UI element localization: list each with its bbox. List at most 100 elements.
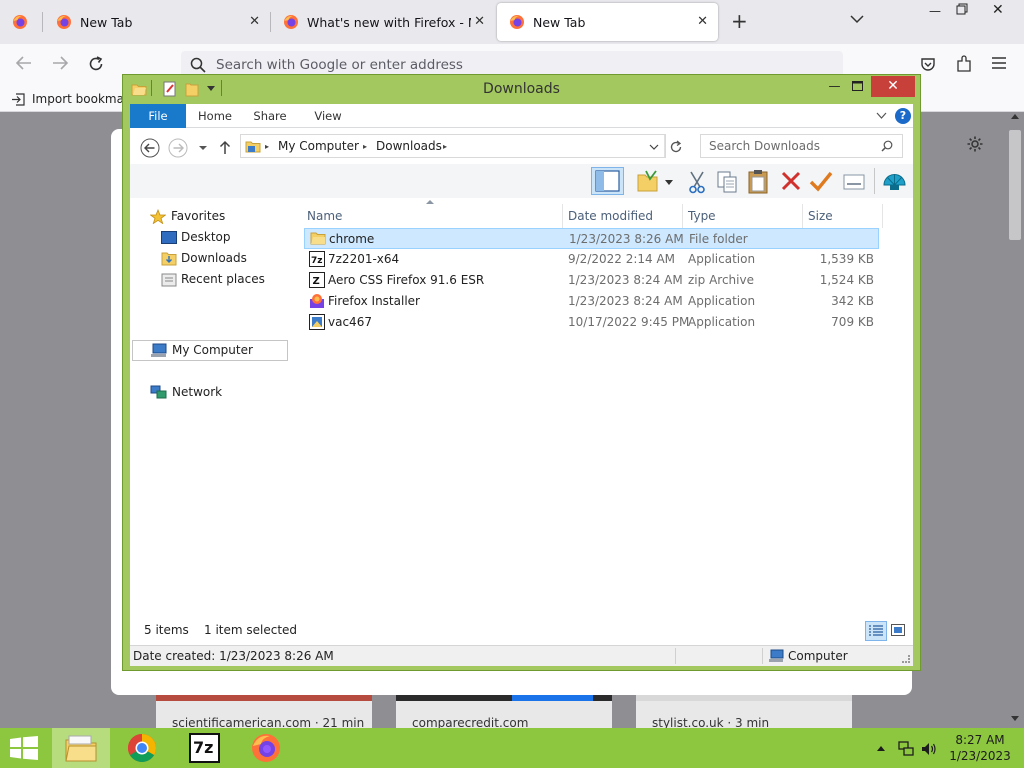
back-arrow-icon[interactable] [15, 55, 33, 71]
nav-downloads[interactable]: Downloads [161, 248, 247, 268]
breadcrumb-downloads[interactable]: Downloads [376, 139, 442, 153]
taskbar-chrome[interactable] [113, 728, 171, 768]
properties-folder-icon[interactable] [636, 169, 660, 193]
file-row-chrome[interactable]: chrome 1/23/2023 8:26 AM File folder [304, 228, 879, 249]
nav-favorites[interactable]: Favorites [150, 206, 225, 226]
shortcut-tile[interactable]: stylist.co.uk · 3 min [636, 695, 852, 730]
new-tab-plus-icon[interactable]: + [731, 11, 748, 31]
taskbar-7zip[interactable]: 7z [176, 728, 234, 768]
breadcrumb-my-computer[interactable]: My Computer [278, 139, 359, 153]
refresh-icon[interactable] [669, 140, 683, 154]
gear-icon[interactable] [966, 135, 984, 153]
tab-whats-new[interactable]: What's new with Firefox - More ✕ [271, 3, 495, 41]
rename-checkmark-icon[interactable] [809, 170, 833, 192]
close-tab-icon[interactable]: ✕ [697, 15, 708, 29]
minimize-browser-icon[interactable]: — [929, 4, 941, 18]
taskbar-firefox[interactable] [238, 728, 296, 768]
firefox-icon [56, 14, 72, 30]
file-size: 1,539 KB [819, 252, 874, 266]
ribbon-expand-chevron-icon[interactable] [876, 112, 887, 119]
volume-icon[interactable] [921, 741, 937, 757]
shortcut-tile[interactable]: comparecredit.com [396, 695, 612, 730]
column-divider[interactable] [802, 204, 803, 228]
shortcut-tile[interactable]: scientificamerican.com · 21 min [156, 695, 372, 730]
column-header-type[interactable]: Type [688, 204, 716, 228]
taskbar-clock[interactable]: 8:27 AM 1/23/2023 [944, 732, 1016, 764]
column-header-date-modified[interactable]: Date modified [568, 204, 653, 228]
up-arrow-icon[interactable] [219, 140, 231, 155]
breadcrumb-chevron-icon[interactable]: ▸ [443, 142, 447, 151]
reload-icon[interactable] [87, 55, 105, 73]
downloads-folder-icon [161, 250, 177, 266]
computer-icon [150, 343, 167, 358]
pinned-tab[interactable] [0, 3, 42, 41]
nav-my-computer[interactable]: My Computer [132, 340, 288, 361]
forward-arrow-icon[interactable] [51, 55, 69, 71]
extensions-icon[interactable] [956, 55, 972, 73]
import-bookmarks-item[interactable]: Import bookmarks... [11, 92, 124, 106]
scroll-down-arrow-icon[interactable] [1011, 716, 1019, 721]
copy-icon[interactable] [716, 170, 738, 194]
app-menu-hamburger-icon[interactable] [992, 57, 1006, 69]
nav-my-computer-label: My Computer [172, 343, 253, 357]
cut-icon[interactable] [687, 170, 707, 194]
paste-icon[interactable] [747, 169, 769, 194]
ribbon-tab-view[interactable]: View [305, 104, 351, 128]
close-tab-icon[interactable]: ✕ [249, 15, 260, 29]
page-scrollbar[interactable] [1008, 112, 1024, 728]
address-bar[interactable]: ▸ My Computer ▸ Downloads ▸ [240, 134, 666, 158]
close-window-icon[interactable]: ✕ [871, 76, 915, 97]
start-button-windows-icon[interactable] [10, 736, 38, 760]
firefox-installer-icon [309, 293, 325, 309]
file-row-aero-css[interactable]: Z Aero CSS Firefox 91.6 ESR 1/23/2023 8:… [304, 270, 879, 291]
taskbar-file-explorer[interactable] [52, 728, 110, 768]
forward-arrow-icon[interactable] [168, 138, 188, 158]
show-hidden-icons-icon[interactable] [877, 746, 885, 751]
column-header-size[interactable]: Size [808, 204, 833, 228]
file-row-firefox-installer[interactable]: Firefox Installer 1/23/2023 8:24 AM Appl… [304, 291, 879, 312]
restore-browser-icon[interactable] [956, 3, 968, 15]
back-arrow-icon[interactable] [140, 138, 160, 158]
nav-desktop[interactable]: Desktop [161, 227, 231, 247]
resize-grip-icon[interactable] [902, 655, 910, 663]
preview-pane-button[interactable] [591, 167, 624, 195]
details-view-button[interactable] [865, 621, 887, 641]
svg-text:7z: 7z [311, 256, 323, 266]
column-header-name[interactable]: Name [307, 204, 342, 228]
tab-new-tab-1[interactable]: New Tab ✕ [44, 3, 270, 41]
recent-locations-dropdown-icon[interactable] [199, 146, 207, 150]
file-size: 342 KB [831, 294, 874, 308]
scrollbar-thumb[interactable] [1009, 130, 1021, 240]
select-all-icon[interactable] [843, 174, 865, 190]
network-tray-icon[interactable] [898, 741, 914, 757]
ribbon-tab-home[interactable]: Home [192, 104, 238, 128]
breadcrumb-chevron-icon[interactable]: ▸ [265, 142, 269, 151]
scroll-up-arrow-icon[interactable] [1011, 114, 1019, 119]
column-divider[interactable] [682, 204, 683, 228]
nav-network[interactable]: Network [150, 382, 222, 402]
large-icons-view-button[interactable] [891, 624, 905, 636]
column-divider[interactable] [882, 204, 883, 228]
tab-new-tab-active[interactable]: New Tab ✕ [497, 3, 718, 41]
clock-time: 8:27 AM [955, 733, 1005, 747]
ribbon-tab-file[interactable]: File [130, 104, 186, 128]
search-icon [881, 140, 893, 152]
file-row-7z2201[interactable]: 7z 7z2201-x64 9/2/2022 2:14 AM Applicati… [304, 249, 879, 270]
organize-dropdown-icon[interactable] [665, 180, 673, 185]
close-browser-icon[interactable]: ✕ [992, 2, 1004, 18]
close-tab-icon[interactable]: ✕ [474, 15, 485, 29]
pocket-icon[interactable] [920, 56, 936, 72]
shell-icon[interactable] [882, 169, 907, 193]
maximize-window-icon[interactable] [843, 76, 872, 97]
file-row-vac467[interactable]: vac467 10/17/2022 9:45 PM Application 70… [304, 312, 879, 333]
nav-recent-places[interactable]: Recent places [161, 269, 265, 289]
breadcrumb-chevron-icon[interactable]: ▸ [363, 142, 367, 151]
ribbon-tab-share[interactable]: Share [247, 104, 293, 128]
help-icon[interactable]: ? [895, 108, 911, 124]
address-history-chevron-icon[interactable] [649, 144, 659, 150]
search-downloads-field[interactable]: Search Downloads [700, 134, 903, 158]
column-divider[interactable] [562, 204, 563, 228]
delete-icon[interactable] [780, 170, 802, 192]
window-titlebar[interactable]: Downloads — ✕ [123, 75, 920, 103]
list-all-tabs-chevron-icon[interactable] [850, 14, 864, 24]
